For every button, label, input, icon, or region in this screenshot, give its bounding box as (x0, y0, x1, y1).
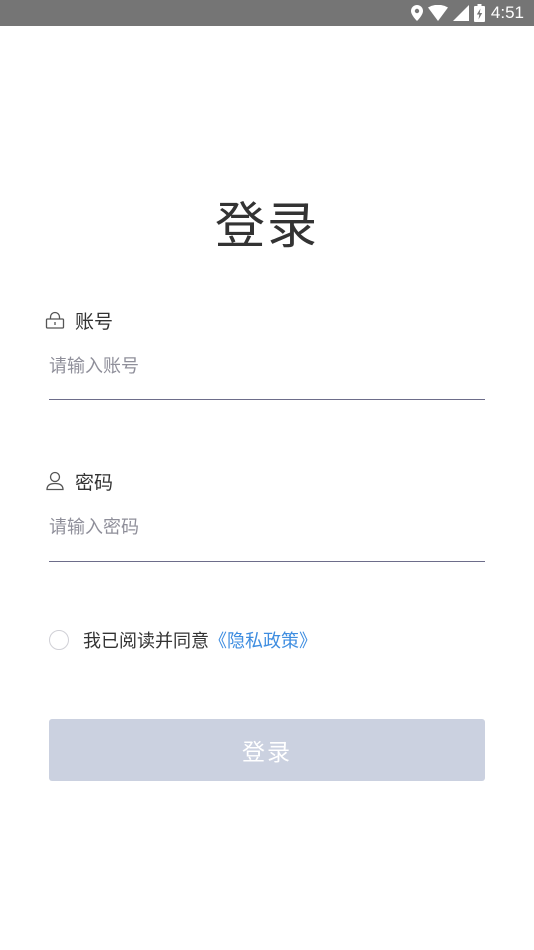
lock-icon (45, 310, 65, 330)
account-input[interactable] (49, 348, 485, 384)
status-time: 4:51 (490, 3, 524, 22)
password-underline (49, 561, 485, 562)
privacy-policy-link[interactable]: 《隐私政策》 (209, 627, 317, 653)
password-label: 密码 (75, 471, 114, 494)
agreement-checkbox[interactable] (49, 630, 69, 650)
account-underline (49, 399, 485, 400)
page-title: 登录 (215, 197, 319, 255)
location-icon (410, 0, 423, 26)
login-page: 登录 账号 密码 我已阅读并同意 《隐私政策》 登录 (0, 26, 534, 950)
cell-signal-icon (452, 0, 469, 26)
agreement-row: 我已阅读并同意 《隐私政策》 (49, 625, 317, 655)
login-button[interactable]: 登录 (49, 719, 485, 781)
password-label-row: 密码 (45, 469, 114, 494)
battery-icon (473, 0, 485, 26)
account-label: 账号 (75, 310, 114, 333)
user-icon (45, 471, 65, 491)
password-input[interactable] (49, 509, 485, 545)
status-bar: 4:51 (0, 0, 534, 26)
account-label-row: 账号 (45, 308, 114, 333)
agreement-text: 我已阅读并同意 (83, 631, 209, 652)
wifi-icon (427, 0, 448, 26)
